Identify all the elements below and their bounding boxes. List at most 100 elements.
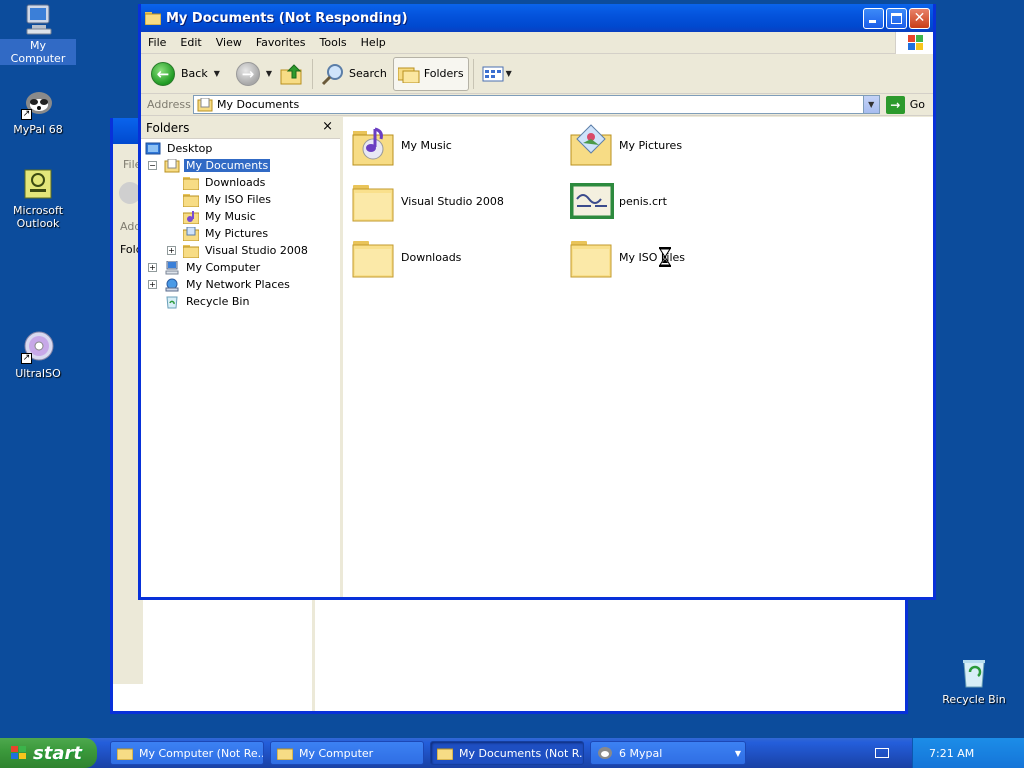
tree-label: My ISO Files xyxy=(205,193,272,206)
collapse-icon[interactable]: − xyxy=(148,161,157,170)
hourglass-cursor-icon xyxy=(659,247,671,270)
keyboard-icon[interactable] xyxy=(875,748,889,758)
tree-label: My Music xyxy=(205,210,256,223)
views-button[interactable]: ▼ xyxy=(478,57,516,91)
desktop-icon-label: Microsoft Outlook xyxy=(12,204,64,230)
address-dropdown-icon[interactable]: ▼ xyxy=(862,96,879,113)
my-documents-icon xyxy=(164,158,180,172)
desktop-icon xyxy=(145,142,161,154)
recycle-bin-icon xyxy=(166,296,178,308)
menu-file[interactable]: File xyxy=(141,36,173,49)
desktop-icon-outlook[interactable]: Microsoft Outlook xyxy=(0,167,76,230)
file-item-penis-crt[interactable]: penis.crt xyxy=(569,177,667,225)
window-body: Folders × Desktop − My Documents Downloa… xyxy=(141,117,933,597)
computer-icon xyxy=(21,2,55,36)
folder-icon xyxy=(183,193,199,207)
tree-item-my-documents[interactable]: − My Documents xyxy=(148,157,271,174)
tree-label: My Documents xyxy=(184,159,271,172)
desktop-icon-label: MyPal 68 xyxy=(13,123,63,136)
folder-icon xyxy=(183,244,199,258)
file-list-area[interactable]: My Music My Pictures Visual Studio 2008 xyxy=(343,117,933,597)
mypal-raccoon-icon: ↗ xyxy=(21,86,55,120)
desktop-icon-mypal[interactable]: ↗ MyPal 68 xyxy=(0,86,76,136)
taskbar-button-my-documents[interactable]: My Documents (Not R... xyxy=(430,741,584,765)
menu-edit[interactable]: Edit xyxy=(173,36,208,49)
shortcut-arrow-icon: ↗ xyxy=(21,109,32,120)
go-button[interactable]: → Go xyxy=(885,95,925,114)
taskbar-button-my-computer[interactable]: My Computer xyxy=(270,741,424,765)
folders-pane: Folders × Desktop − My Documents Downloa… xyxy=(141,117,343,597)
folder-icon xyxy=(351,235,397,279)
tree-label: My Network Places xyxy=(186,278,290,291)
mypal-raccoon-icon xyxy=(598,747,612,759)
forward-button[interactable]: → ▼ xyxy=(232,57,276,91)
shortcut-arrow-icon: ↗ xyxy=(21,353,32,364)
chevron-down-icon: ▼ xyxy=(734,748,741,758)
file-item-my-music[interactable]: My Music xyxy=(351,121,452,169)
tree-item-my-music[interactable]: My Music xyxy=(183,208,258,225)
menu-tools[interactable]: Tools xyxy=(313,36,354,49)
start-button[interactable]: start xyxy=(0,738,97,768)
window-title: My Documents (Not Responding) xyxy=(166,10,408,26)
maximize-button[interactable] xyxy=(886,7,907,29)
expand-icon[interactable]: + xyxy=(148,263,157,272)
tree-item-recycle-bin[interactable]: Recycle Bin xyxy=(164,293,251,310)
up-folder-button[interactable] xyxy=(276,57,308,91)
minimize-button[interactable] xyxy=(863,7,884,29)
go-arrow-icon: → xyxy=(885,95,905,114)
search-button[interactable]: Search xyxy=(317,57,391,91)
taskbar-button-my-computer-not-responding[interactable]: My Computer (Not Re... xyxy=(110,741,264,765)
start-label: start xyxy=(33,742,82,764)
window-titlebar[interactable]: My Documents (Not Responding) ✕ xyxy=(141,4,933,32)
expand-icon[interactable]: + xyxy=(148,280,157,289)
desktop-icon-label: Recycle Bin xyxy=(942,693,1006,706)
address-bar: Address My Documents ▼ → Go xyxy=(141,94,933,116)
desktop-icon-my-computer[interactable]: My Computer xyxy=(0,2,76,65)
folder-icon xyxy=(277,748,293,760)
folders-icon xyxy=(397,67,420,83)
toolbar-separator xyxy=(472,58,474,89)
tree-item-desktop[interactable]: Desktop xyxy=(145,140,214,157)
tree-item-visual-studio[interactable]: + Visual Studio 2008 xyxy=(167,242,310,259)
menu-view[interactable]: View xyxy=(209,36,249,49)
desktop-icon-ultraiso[interactable]: ↗ UltraISO xyxy=(0,330,76,380)
menu-help[interactable]: Help xyxy=(354,36,393,49)
forward-arrow-icon: → xyxy=(235,61,260,86)
pictures-folder-icon xyxy=(183,226,199,241)
file-name: My Music xyxy=(401,138,452,152)
minimize-icon xyxy=(869,19,876,23)
chevron-down-icon[interactable]: ▼ xyxy=(266,69,272,78)
address-input[interactable]: My Documents ▼ xyxy=(193,95,880,114)
tree-label: Desktop xyxy=(167,142,213,155)
tree-label: Recycle Bin xyxy=(186,295,250,308)
explorer-window[interactable]: My Documents (Not Responding) ✕ File Edi… xyxy=(138,4,936,600)
back-button[interactable]: ← Back ▼ xyxy=(147,57,224,91)
folders-button[interactable]: Folders xyxy=(392,56,469,91)
back-arrow-icon: ← xyxy=(151,61,175,86)
chevron-down-icon: ▼ xyxy=(505,69,512,78)
file-item-downloads[interactable]: Downloads xyxy=(351,233,461,281)
tree-item-my-pictures[interactable]: My Pictures xyxy=(183,225,270,242)
desktop-icon-label: My Computer xyxy=(0,39,76,65)
taskbar: start My Computer (Not Re... My Computer… xyxy=(0,738,1024,768)
close-pane-icon[interactable]: × xyxy=(322,119,333,134)
menu-favorites[interactable]: Favorites xyxy=(249,36,313,49)
taskbar-group-mypal[interactable]: 6 Mypal ▼ xyxy=(590,741,746,765)
desktop-icon-recycle-bin[interactable]: Recycle Bin xyxy=(936,656,1012,706)
tree-item-my-iso-files[interactable]: My ISO Files xyxy=(183,191,273,208)
close-button[interactable]: ✕ xyxy=(909,7,930,29)
file-name: Downloads xyxy=(401,250,462,264)
expand-icon[interactable]: + xyxy=(167,246,176,255)
tree-item-downloads[interactable]: Downloads xyxy=(183,174,267,191)
file-name: My Pictures xyxy=(619,138,683,152)
tree-item-my-network-places[interactable]: + My Network Places xyxy=(148,276,292,293)
file-item-visual-studio[interactable]: Visual Studio 2008 xyxy=(351,177,504,225)
folder-icon xyxy=(437,748,453,760)
file-item-my-pictures[interactable]: My Pictures xyxy=(569,121,682,169)
clock: 7:21 AM xyxy=(929,746,975,760)
pictures-folder-icon xyxy=(569,123,615,167)
windows-logo-icon xyxy=(11,746,26,759)
tree-item-my-computer[interactable]: + My Computer xyxy=(148,259,262,276)
chevron-down-icon[interactable]: ▼ xyxy=(214,69,220,78)
folder-icon xyxy=(351,179,397,223)
